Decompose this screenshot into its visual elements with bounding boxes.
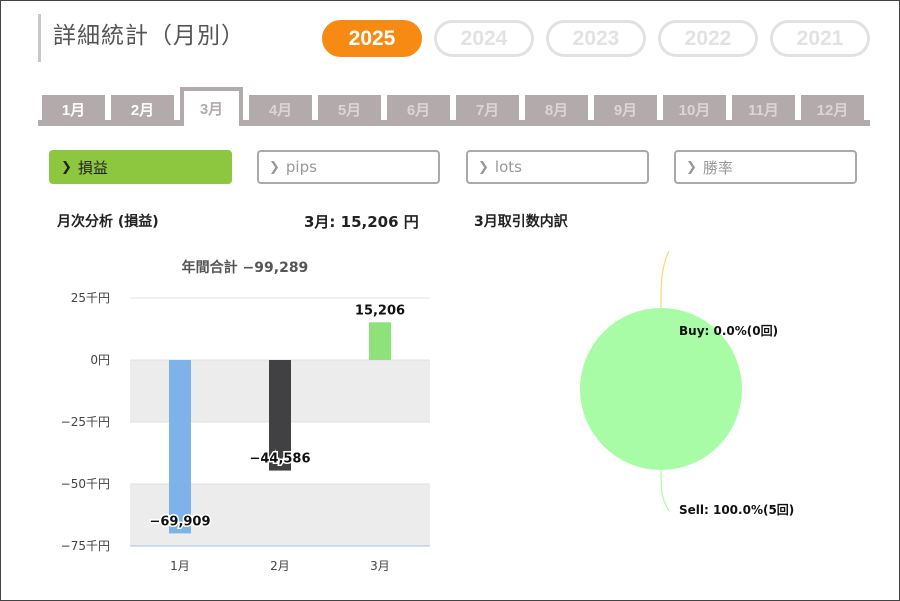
chevron-right-icon: ❯ [61, 159, 72, 175]
bar [369, 322, 391, 360]
tab-month[interactable]: 2月 [111, 95, 174, 123]
year-button[interactable]: 2023 [546, 20, 646, 57]
year-selector: 2025 2024 2023 2022 2021 [322, 20, 870, 57]
year-button[interactable]: 2022 [658, 20, 758, 57]
y-tick-label: 25千円 [71, 291, 110, 305]
title-area: 詳細統計（月別） [38, 14, 245, 62]
tab-month[interactable]: 10月 [663, 95, 726, 123]
metric-tab-label: 勝率 [702, 158, 733, 177]
monthly-bar-chart: 25千円 0円 −25千円 −50千円 −75千円 年間合計 −99,289 −69,909… [61, 259, 430, 573]
pie-leader-line [660, 250, 670, 309]
tab-month[interactable]: 3月 [180, 87, 243, 126]
monthly-analysis-heading: 月次分析 (損益) [57, 214, 159, 230]
tab-month[interactable]: 4月 [249, 95, 312, 123]
chevron-right-icon: ❯ [269, 159, 280, 175]
breakdown-heading: 3月取引数内訳 [474, 214, 568, 230]
pie-label: Sell: 100.0%(5回) [679, 503, 794, 517]
tab-month[interactable]: 6月 [387, 95, 450, 123]
metric-tab-profit[interactable]: ❯ 損益 [49, 150, 232, 184]
year-button[interactable]: 2024 [434, 20, 534, 57]
bar [169, 360, 191, 534]
pie-leader-line [660, 469, 670, 512]
trade-breakdown-pie-chart: Buy: 0.0%(0回) Sell: 100.0%(5回) [580, 250, 794, 517]
month-tabs: 1月 2月 3月 4月 5月 6月 7月 8月 9月 10月 11月 12月 [38, 86, 870, 126]
x-tick-label: 1月 [170, 559, 190, 573]
y-tick-label: 0円 [90, 353, 110, 367]
year-button[interactable]: 2025 [322, 20, 422, 57]
metric-tab-lots[interactable]: ❯ lots [466, 150, 649, 184]
y-tick-label: −50千円 [61, 477, 110, 491]
chart-title: 年間合計 −99,289 [182, 259, 309, 276]
tab-month[interactable]: 12月 [801, 95, 864, 123]
bar-value-label: 15,206 [355, 303, 405, 318]
page-title: 詳細統計（月別） [53, 23, 245, 49]
tab-month[interactable]: 8月 [525, 95, 588, 123]
metric-tab-label: 損益 [77, 158, 108, 177]
year-button[interactable]: 2021 [770, 20, 870, 57]
y-tick-label: −25千円 [61, 415, 110, 429]
tab-month[interactable]: 1月 [42, 95, 105, 123]
x-tick-label: 3月 [370, 559, 390, 573]
y-tick-label: −75千円 [61, 539, 110, 553]
x-tick-label: 2月 [270, 559, 290, 573]
tab-month[interactable]: 11月 [732, 95, 795, 123]
tab-month[interactable]: 5月 [318, 95, 381, 123]
bar-value-label: −44,586 [249, 452, 310, 467]
bar-value-label: −69,909 [149, 514, 210, 529]
tab-month[interactable]: 7月 [456, 95, 519, 123]
metric-tab-label: lots [494, 158, 522, 176]
chevron-right-icon: ❯ [478, 159, 489, 175]
chevron-right-icon: ❯ [686, 159, 697, 175]
month-summary: 3月: 15,206 円 [304, 213, 419, 231]
pie-label: Buy: 0.0%(0回) [679, 324, 778, 338]
metric-tab-winrate[interactable]: ❯ 勝率 [674, 150, 857, 184]
metric-tab-label: pips [285, 158, 317, 176]
tab-month[interactable]: 9月 [594, 95, 657, 123]
metric-tab-pips[interactable]: ❯ pips [257, 150, 440, 184]
